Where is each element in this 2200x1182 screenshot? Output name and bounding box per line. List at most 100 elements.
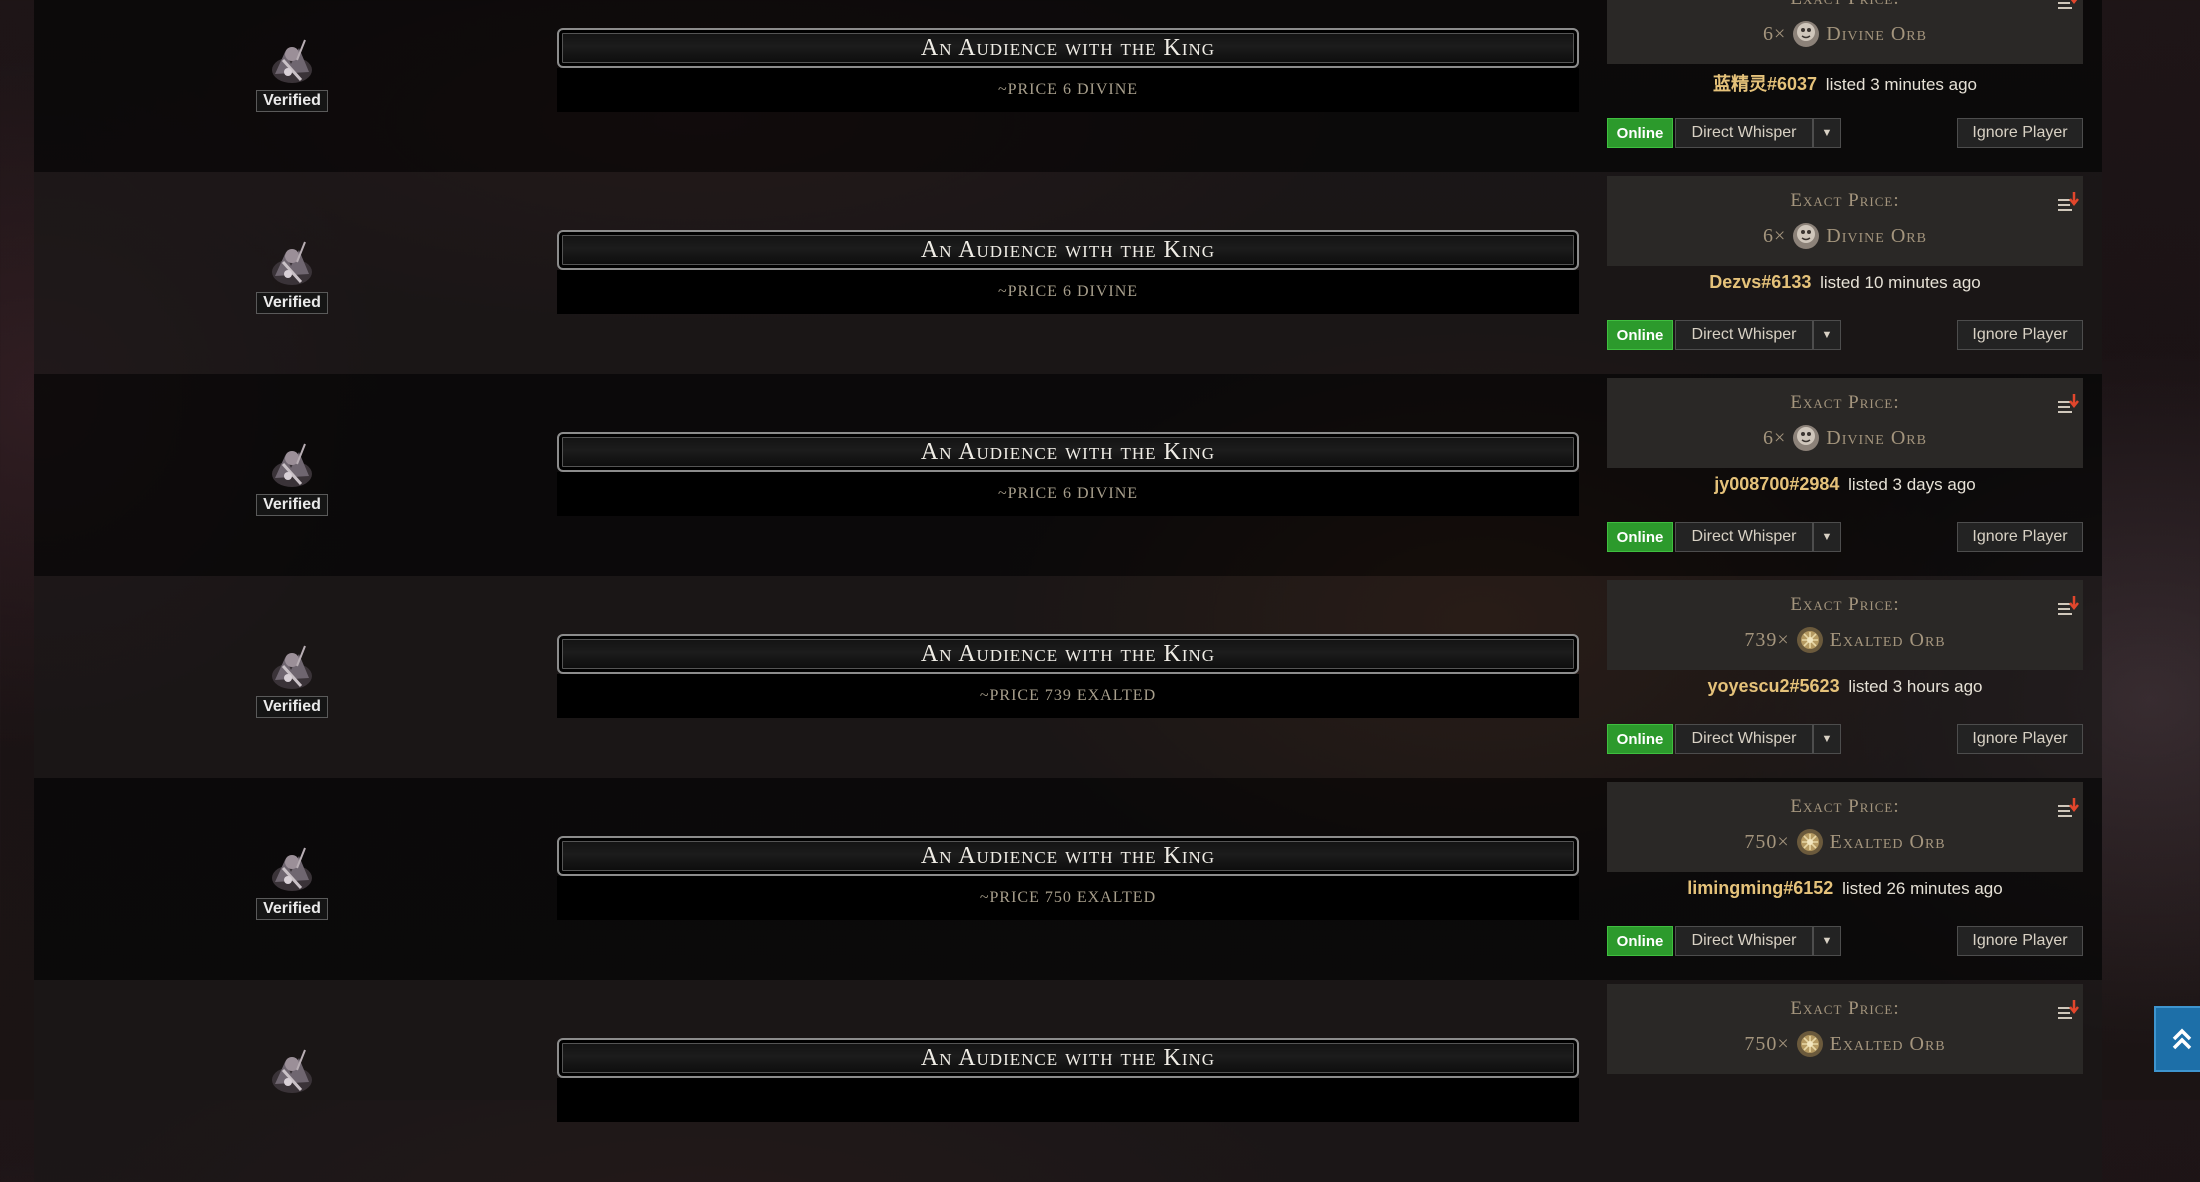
price-title: Exact Price: <box>1790 594 1900 615</box>
currency-name: Divine Orb <box>1826 426 1927 449</box>
sort-descending-icon[interactable] <box>2057 595 2079 617</box>
item-card: An Audience with the King ~price 739 exa… <box>557 634 1579 718</box>
whisper-dropdown-caret[interactable]: ▼ <box>1813 118 1841 148</box>
item-name: An Audience with the King <box>557 836 1579 876</box>
item-card: An Audience with the King ~price 750 exa… <box>557 836 1579 920</box>
price-line: 6× Divine Orb <box>1607 220 2083 252</box>
price-title: Exact Price: <box>1790 190 1900 211</box>
currency-name: Exalted Orb <box>1829 1032 1946 1055</box>
caret-down-icon: ▼ <box>1821 329 1833 341</box>
item-note: ~price 6 divine <box>557 68 1579 112</box>
divination-card-art-icon[interactable] <box>261 636 323 696</box>
item-icon-column <box>250 1040 334 1100</box>
action-row: Online Direct Whisper ▼ Ignore Player <box>1607 926 2083 956</box>
whisper-dropdown-caret[interactable]: ▼ <box>1813 320 1841 350</box>
item-note <box>557 1078 1579 1122</box>
price-amount: 6× <box>1763 22 1787 45</box>
item-name: An Audience with the King <box>557 634 1579 674</box>
divination-card-art-icon[interactable] <box>261 434 323 494</box>
ignore-player-button[interactable]: Ignore Player <box>1957 522 2083 552</box>
verified-badge: Verified <box>256 90 328 112</box>
verified-badge: Verified <box>256 494 328 516</box>
sort-descending-icon[interactable] <box>2057 393 2079 415</box>
caret-down-icon: ▼ <box>1821 127 1833 139</box>
item-card: An Audience with the King ~price 6 divin… <box>557 432 1579 516</box>
currency-name: Divine Orb <box>1826 22 1927 45</box>
divination-card-art-icon[interactable] <box>261 838 323 898</box>
sort-descending-icon[interactable] <box>2057 797 2079 819</box>
item-name: An Audience with the King <box>557 1038 1579 1078</box>
listed-time: listed 3 days ago <box>1848 475 1976 494</box>
listed-time: listed 3 hours ago <box>1848 677 1983 696</box>
ignore-player-button[interactable]: Ignore Player <box>1957 724 2083 754</box>
item-icon-column: Verified <box>250 838 334 920</box>
direct-whisper-button[interactable]: Direct Whisper <box>1675 926 1813 956</box>
exalted-orb-icon <box>1796 1031 1823 1057</box>
divination-card-art-icon[interactable] <box>261 30 323 90</box>
price-amount: 6× <box>1763 224 1787 247</box>
direct-whisper-button[interactable]: Direct Whisper <box>1675 522 1813 552</box>
online-status-badge: Online <box>1607 926 1673 956</box>
direct-whisper-button[interactable]: Direct Whisper <box>1675 118 1813 148</box>
price-title: Exact Price: <box>1790 796 1900 817</box>
item-note: ~price 6 divine <box>557 270 1579 314</box>
item-icon-column: Verified <box>250 30 334 112</box>
seller-name[interactable]: Dezvs#6133 <box>1709 272 1811 292</box>
whisper-dropdown-caret[interactable]: ▼ <box>1813 724 1841 754</box>
ignore-player-button[interactable]: Ignore Player <box>1957 926 2083 956</box>
ignore-player-button[interactable]: Ignore Player <box>1957 320 2083 350</box>
sort-descending-icon[interactable] <box>2057 0 2079 11</box>
divine-orb-icon <box>1793 223 1820 249</box>
online-status-badge: Online <box>1607 118 1673 148</box>
whisper-dropdown-caret[interactable]: ▼ <box>1813 522 1841 552</box>
price-panel: Exact Price: 6× Divine Orb <box>1607 0 2083 64</box>
divination-card-art-icon[interactable] <box>261 1040 323 1100</box>
ignore-player-button[interactable]: Ignore Player <box>1957 118 2083 148</box>
currency-name: Divine Orb <box>1826 224 1927 247</box>
sort-descending-icon[interactable] <box>2057 999 2079 1021</box>
price-panel: Exact Price: 750× Exalted Orb <box>1607 782 2083 872</box>
exalted-orb-icon <box>1796 627 1823 653</box>
seller-line: yoyescu2#5623 listed 3 hours ago <box>1607 676 2083 697</box>
item-card: An Audience with the King ~price 6 divin… <box>557 230 1579 314</box>
price-amount: 6× <box>1763 426 1787 449</box>
exalted-orb-icon <box>1796 829 1823 855</box>
result-row: Verified An Audience with the King ~pric… <box>34 374 2102 576</box>
price-title: Exact Price: <box>1607 0 2083 10</box>
seller-line: Dezvs#6133 listed 10 minutes ago <box>1607 272 2083 293</box>
item-note: ~price 6 divine <box>557 472 1579 516</box>
price-title: Exact Price: <box>1790 998 1900 1019</box>
item-icon-column: Verified <box>250 434 334 516</box>
result-row: An Audience with the King Exact Price: 7… <box>34 980 2102 1182</box>
whisper-dropdown-caret[interactable]: ▼ <box>1813 926 1841 956</box>
price-line: 6× Divine Orb <box>1607 422 2083 454</box>
seller-line: jy008700#2984 listed 3 days ago <box>1607 474 2083 495</box>
seller-name[interactable]: 蓝精灵#6037 <box>1713 74 1817 94</box>
seller-name[interactable]: yoyescu2#5623 <box>1707 676 1839 696</box>
item-card: An Audience with the King <box>557 1038 1579 1122</box>
price-title: Exact Price: <box>1790 392 1900 413</box>
price-amount: 739× <box>1744 628 1790 651</box>
seller-name[interactable]: limingming#6152 <box>1687 878 1833 898</box>
result-row: Verified An Audience with the King ~pric… <box>34 778 2102 980</box>
item-note: ~price 739 exalted <box>557 674 1579 718</box>
scroll-to-top-button[interactable] <box>2154 1006 2200 1072</box>
item-icon-column: Verified <box>250 636 334 718</box>
item-card: An Audience with the King ~price 6 divin… <box>557 28 1579 112</box>
item-name: An Audience with the King <box>557 230 1579 270</box>
listed-time: listed 10 minutes ago <box>1820 273 1981 292</box>
seller-name[interactable]: jy008700#2984 <box>1714 474 1839 494</box>
item-name: An Audience with the King <box>557 28 1579 68</box>
action-row: Online Direct Whisper ▼ Ignore Player <box>1607 320 2083 350</box>
verified-badge: Verified <box>256 292 328 314</box>
direct-whisper-button[interactable]: Direct Whisper <box>1675 320 1813 350</box>
action-row: Online Direct Whisper ▼ Ignore Player <box>1607 724 2083 754</box>
sort-descending-icon[interactable] <box>2057 191 2079 213</box>
direct-whisper-button[interactable]: Direct Whisper <box>1675 724 1813 754</box>
result-row: Verified An Audience with the King ~pric… <box>34 172 2102 374</box>
double-chevron-up-icon <box>2172 1028 2192 1050</box>
caret-down-icon: ▼ <box>1821 531 1833 543</box>
divination-card-art-icon[interactable] <box>261 232 323 292</box>
currency-name: Exalted Orb <box>1829 830 1946 853</box>
currency-name: Exalted Orb <box>1829 628 1946 651</box>
